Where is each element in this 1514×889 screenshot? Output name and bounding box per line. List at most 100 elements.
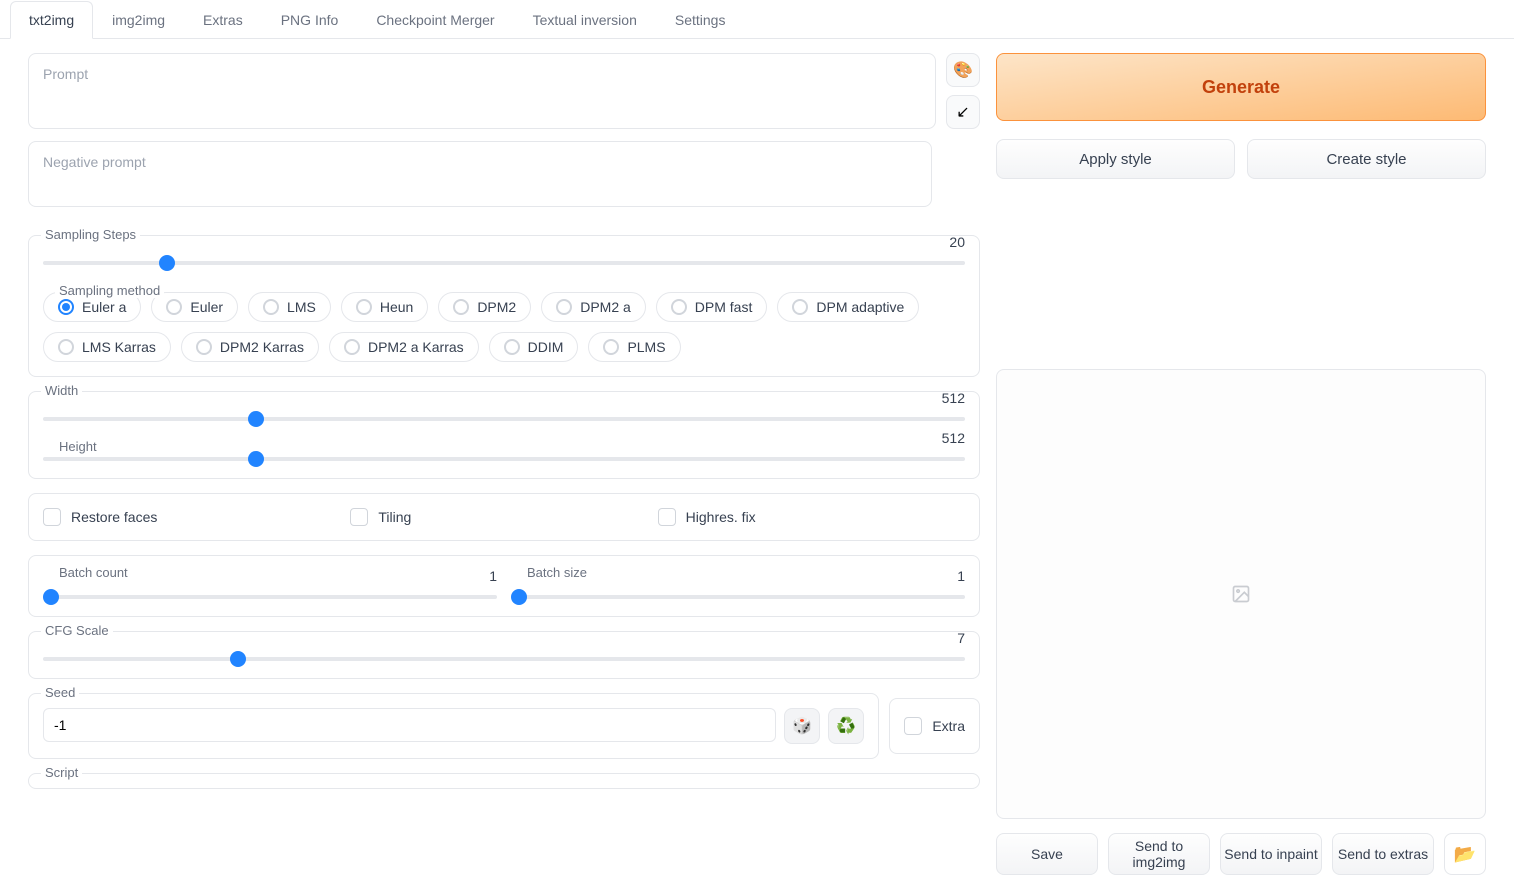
reuse-seed-button[interactable]: ♻️	[828, 708, 864, 744]
output-actions: Save Send to img2img Send to inpaint Sen…	[996, 833, 1486, 875]
width-slider[interactable]	[43, 417, 965, 421]
tiling-item[interactable]: Tiling	[350, 508, 657, 526]
seed-input[interactable]	[43, 708, 776, 742]
style-palette-button[interactable]: 🎨	[946, 53, 980, 87]
sampling-steps-value: 20	[949, 234, 965, 250]
tab-txt2img[interactable]: txt2img	[10, 1, 93, 39]
folder-icon: 📂	[1454, 844, 1476, 865]
sampler-label: DPM2 a	[580, 299, 631, 315]
sampler-dpm2-a-karras[interactable]: DPM2 a Karras	[329, 332, 479, 362]
sampler-dpm2-karras[interactable]: DPM2 Karras	[181, 332, 319, 362]
sampler-label: LMS Karras	[82, 339, 156, 355]
restore-faces-label: Restore faces	[71, 509, 157, 525]
save-button[interactable]: Save	[996, 833, 1098, 875]
tab-extras[interactable]: Extras	[184, 1, 262, 39]
highres-fix-checkbox[interactable]	[658, 508, 676, 526]
send-to-extras-button[interactable]: Send to extras	[1332, 833, 1434, 875]
negative-prompt-input[interactable]: Negative prompt	[28, 141, 932, 207]
open-folder-button[interactable]: 📂	[1444, 833, 1486, 875]
arrow-icon: ↙	[956, 102, 969, 122]
sampler-dpm2[interactable]: DPM2	[438, 292, 531, 322]
radio-dot	[196, 339, 212, 355]
create-style-button[interactable]: Create style	[1247, 139, 1486, 179]
extra-checkbox[interactable]	[904, 717, 922, 735]
radio-dot	[166, 299, 182, 315]
send-to-img2img-button[interactable]: Send to img2img	[1108, 833, 1210, 875]
radio-dot	[556, 299, 572, 315]
tab-img2img[interactable]: img2img	[93, 1, 184, 39]
prompt-placeholder: Prompt	[43, 66, 88, 82]
extra-label: Extra	[932, 718, 965, 734]
restore-faces-checkbox[interactable]	[43, 508, 61, 526]
sampling-method-label: Sampling method	[55, 283, 164, 298]
extra-panel: Extra	[889, 698, 980, 754]
radio-dot	[263, 299, 279, 315]
sampler-ddim[interactable]: DDIM	[489, 332, 579, 362]
sampler-label: LMS	[287, 299, 316, 315]
sampler-euler[interactable]: Euler	[151, 292, 238, 322]
recycle-icon: ♻️	[836, 716, 856, 736]
radio-dot	[344, 339, 360, 355]
negative-prompt-placeholder: Negative prompt	[43, 154, 146, 170]
tab-settings[interactable]: Settings	[656, 1, 745, 39]
sampling-steps-label: Sampling Steps	[41, 227, 140, 242]
tab-textual-inversion[interactable]: Textual inversion	[514, 1, 656, 39]
tiling-checkbox[interactable]	[350, 508, 368, 526]
palette-icon: 🎨	[953, 60, 973, 80]
settings-stack: Sampling Steps 20 Sampling method Euler …	[28, 235, 980, 789]
prompt-input[interactable]: Prompt	[28, 53, 936, 129]
height-value: 512	[942, 430, 965, 446]
sampler-heun[interactable]: Heun	[341, 292, 428, 322]
tab-bar: txt2imgimg2imgExtrasPNG InfoCheckpoint M…	[0, 0, 1514, 39]
prompt-row: Prompt 🎨 ↙	[28, 53, 980, 129]
cfg-slider[interactable]	[43, 657, 965, 661]
sampler-lms[interactable]: LMS	[248, 292, 331, 322]
radio-dot	[58, 339, 74, 355]
sampler-dpm2-a[interactable]: DPM2 a	[541, 292, 646, 322]
batch-count-slider-wrap: 1	[43, 586, 497, 602]
send-to-inpaint-button[interactable]: Send to inpaint	[1220, 833, 1322, 875]
height-slider-wrap: 512	[43, 448, 965, 464]
height-block: Height 512	[43, 448, 965, 464]
sampler-dpm-adaptive[interactable]: DPM adaptive	[777, 292, 919, 322]
sampler-lms-karras[interactable]: LMS Karras	[43, 332, 171, 362]
sampling-panel: Sampling Steps 20 Sampling method Euler …	[28, 235, 980, 377]
cfg-slider-wrap: 7	[43, 648, 965, 664]
batch-count-slider[interactable]	[43, 595, 497, 599]
script-panel: Script	[28, 773, 980, 789]
sampler-label: PLMS	[627, 339, 665, 355]
interrogate-button[interactable]: ↙	[946, 95, 980, 129]
seed-panel: Seed 🎲 ♻️	[28, 693, 879, 759]
highres-fix-label: Highres. fix	[686, 509, 756, 525]
checkboxes-panel: Restore faces Tiling Highres. fix	[28, 493, 980, 541]
sampler-label: DDIM	[528, 339, 564, 355]
apply-style-button[interactable]: Apply style	[996, 139, 1235, 179]
height-slider[interactable]	[43, 457, 965, 461]
sampler-label: DPM2 Karras	[220, 339, 304, 355]
batch-two-col: Batch count 1 Batch size 1	[43, 574, 965, 602]
sampler-plms[interactable]: PLMS	[588, 332, 680, 362]
sampling-steps-slider[interactable]	[43, 261, 965, 265]
sampler-label: DPM fast	[695, 299, 753, 315]
width-slider-wrap: 512	[43, 408, 965, 424]
sampler-label: DPM adaptive	[816, 299, 904, 315]
random-seed-button[interactable]: 🎲	[784, 708, 820, 744]
generate-button[interactable]: Generate	[996, 53, 1486, 121]
tab-png-info[interactable]: PNG Info	[262, 1, 358, 39]
image-placeholder-icon	[1231, 584, 1251, 604]
batch-count-block: Batch count 1	[43, 574, 497, 602]
highres-fix-item[interactable]: Highres. fix	[658, 508, 965, 526]
tab-checkpoint-merger[interactable]: Checkpoint Merger	[357, 1, 513, 39]
batch-panel: Batch count 1 Batch size 1	[28, 555, 980, 617]
main-content: Prompt 🎨 ↙ Negative prompt Sampling Step…	[0, 39, 1514, 889]
left-column: Prompt 🎨 ↙ Negative prompt Sampling Step…	[28, 53, 980, 875]
radio-dot	[671, 299, 687, 315]
sampler-label: DPM2 a Karras	[368, 339, 464, 355]
cfg-label: CFG Scale	[41, 623, 113, 638]
sampler-dpm-fast[interactable]: DPM fast	[656, 292, 768, 322]
batch-size-slider[interactable]	[511, 595, 965, 599]
restore-faces-item[interactable]: Restore faces	[43, 508, 350, 526]
sampler-label: Heun	[380, 299, 413, 315]
dimensions-panel: Width 512 Height 512	[28, 391, 980, 479]
radio-dot	[504, 339, 520, 355]
